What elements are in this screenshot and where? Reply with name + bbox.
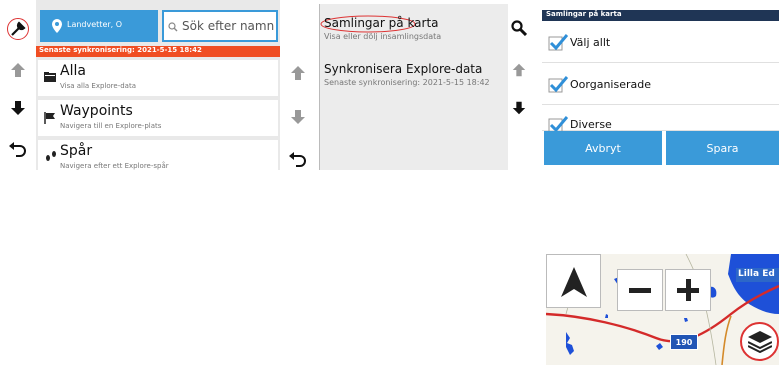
- minus-icon: [629, 288, 651, 293]
- scroll-up-button[interactable]: [289, 64, 307, 86]
- checkmark-icon: [548, 76, 568, 93]
- option-misc[interactable]: Diverse: [542, 106, 779, 133]
- option-subtitle: Senaste synkronisering: 2021-5-15 18:42: [324, 78, 490, 87]
- back-icon: [9, 142, 26, 157]
- route-shield: 190: [670, 334, 698, 350]
- sync-banner: Senaste synkronisering: 2021-5-15 18:42: [36, 46, 280, 57]
- list-item-subtitle: Visa alla Explore-data: [60, 82, 136, 90]
- scroll-down-button[interactable]: [289, 108, 307, 130]
- layers-icon: [748, 331, 772, 353]
- search-icon: [168, 22, 178, 32]
- option-label: Välj allt: [570, 36, 611, 49]
- arrow-up-icon: [512, 63, 526, 77]
- option-label: Diverse: [570, 118, 612, 131]
- arrow-down-icon: [291, 110, 305, 124]
- search-icon: [511, 20, 528, 37]
- checkmark-icon: [548, 34, 568, 51]
- place-label: Lilla Ed: [738, 269, 775, 279]
- search-field[interactable]: Sök efter namn: [162, 10, 278, 42]
- arrow-down-icon: [512, 101, 526, 115]
- option-sync-explore-data[interactable]: Synkronisera Explore-data Senaste synkro…: [320, 58, 537, 94]
- arrow-down-icon: [11, 101, 25, 115]
- list-item-title: Spår: [60, 143, 93, 159]
- cancel-button[interactable]: Avbryt: [544, 131, 662, 165]
- screen-explore-list: Landvetter, O Sök efter namn Senaste syn…: [0, 0, 280, 170]
- list-item-subtitle: Navigera till en Explore-plats: [60, 122, 162, 130]
- zoom-in-button[interactable]: [665, 269, 711, 311]
- left-toolbar: [283, 0, 315, 170]
- arrow-up-icon: [11, 63, 25, 77]
- zoom-out-button[interactable]: [617, 269, 663, 311]
- map-view[interactable]: 190 Lilla Ed: [546, 254, 779, 365]
- scroll-up-button[interactable]: [511, 62, 527, 82]
- option-title: Synkronisera Explore-data: [324, 62, 483, 76]
- option-unorganized[interactable]: Oorganiserade: [542, 66, 779, 105]
- save-label: Spara: [706, 141, 739, 155]
- options-list: Samlingar på karta Visa eller dölj insam…: [319, 4, 537, 170]
- flag-icon: [44, 112, 55, 124]
- option-label: Oorganiserade: [570, 78, 651, 91]
- search-button[interactable]: [511, 20, 528, 40]
- location-pin-icon: [52, 19, 62, 33]
- scroll-up-button[interactable]: [0, 55, 36, 85]
- location-label: Landvetter, O: [67, 20, 123, 29]
- left-toolbar: [0, 0, 36, 170]
- back-button[interactable]: [288, 150, 308, 172]
- back-icon: [289, 152, 306, 167]
- plus-icon-vertical: [686, 279, 691, 301]
- scroll-down-button[interactable]: [511, 100, 527, 120]
- list-item-waypoints[interactable]: Waypoints Navigera till en Explore-plats: [38, 100, 278, 136]
- north-arrow-icon: [561, 267, 587, 297]
- list-item-title: Alla: [60, 63, 86, 79]
- option-select-all[interactable]: Välj allt: [542, 24, 779, 63]
- list-item-title: Waypoints: [60, 103, 133, 119]
- place-label-box: Lilla Ed: [736, 268, 779, 282]
- sync-banner-text: Senaste synkronisering: 2021-5-15 18:42: [39, 46, 202, 54]
- option-subtitle: Visa eller dölj insamlingsdata: [324, 32, 442, 41]
- list-item-all[interactable]: Alla Visa alla Explore-data: [38, 60, 278, 96]
- option-title: Samlingar på karta: [324, 16, 439, 30]
- tools-button[interactable]: [0, 14, 36, 44]
- tools-icon: [7, 18, 29, 40]
- cancel-label: Avbryt: [585, 141, 621, 155]
- list-item-subtitle: Navigera efter ett Explore-spår: [60, 162, 169, 170]
- compass-button[interactable]: [546, 254, 601, 308]
- location-button[interactable]: Landvetter, O: [40, 10, 158, 42]
- screen-explore-options: Samlingar på karta Visa eller dölj insam…: [283, 0, 537, 170]
- save-button[interactable]: Spara: [666, 131, 779, 165]
- list-item-tracks[interactable]: Spår Navigera efter ett Explore-spår: [38, 140, 278, 170]
- scroll-down-button[interactable]: [0, 93, 36, 123]
- route-number: 190: [675, 337, 693, 347]
- option-collections-on-map[interactable]: Samlingar på karta Visa eller dölj insam…: [320, 8, 537, 46]
- arrow-up-icon: [291, 66, 305, 80]
- folder-icon: [44, 72, 56, 82]
- dialog-title: Samlingar på karta: [546, 10, 622, 18]
- back-button[interactable]: [0, 134, 36, 164]
- layers-button[interactable]: [740, 322, 779, 361]
- search-placeholder: Sök efter namn: [182, 19, 275, 33]
- dialog-header: Samlingar på karta: [542, 10, 779, 21]
- footprints-icon: [46, 151, 56, 161]
